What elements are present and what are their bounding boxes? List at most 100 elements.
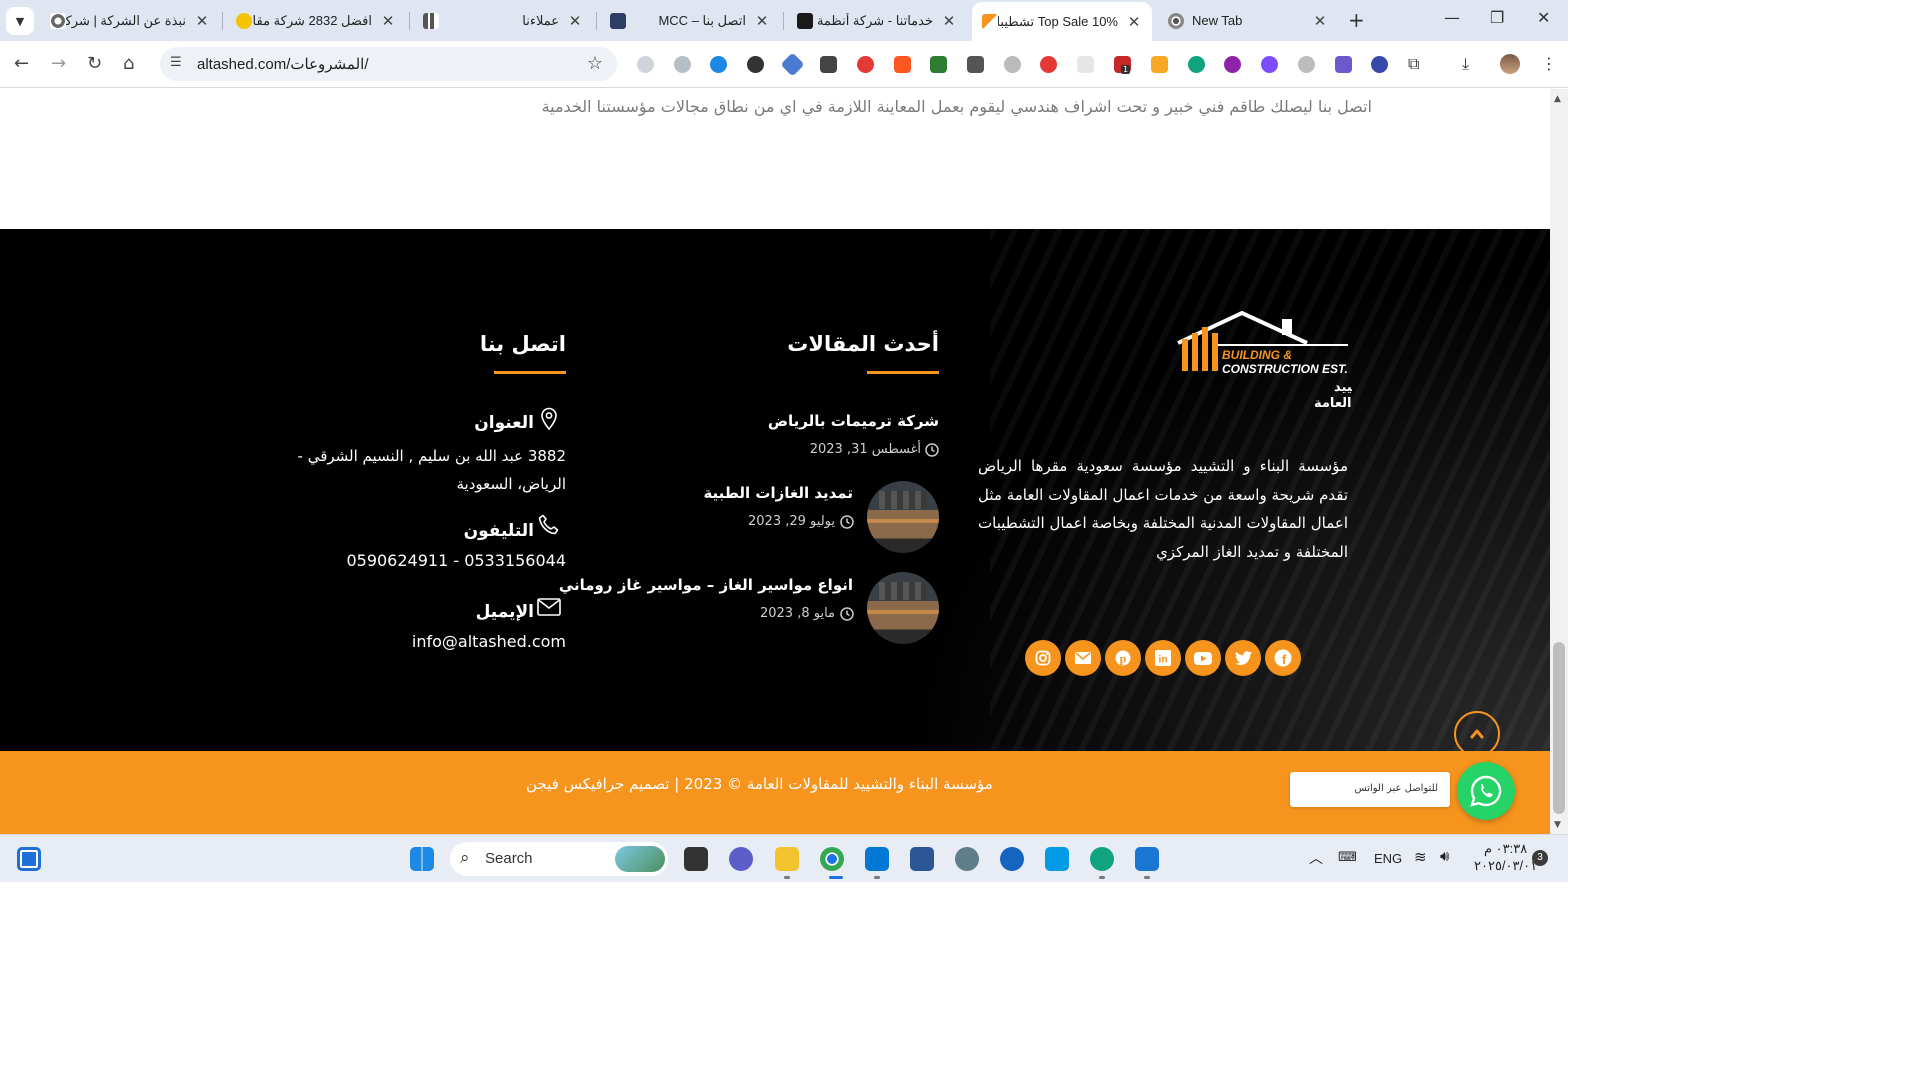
widgets-icon[interactable]	[17, 847, 41, 871]
extension-icon[interactable]	[780, 52, 805, 77]
keyboard-icon[interactable]: ⌨	[1338, 849, 1357, 865]
whatsapp-button[interactable]	[1457, 762, 1515, 820]
tab-top-sale-active[interactable]: Top Sale 10% تشطيبات ✕	[972, 2, 1152, 41]
linkedin-icon[interactable]: in	[1145, 640, 1181, 676]
extensions-puzzle-icon[interactable]: ⧉	[1408, 54, 1419, 74]
extension-icon[interactable]	[1151, 56, 1168, 73]
site-info-icon[interactable]: ☰	[170, 55, 182, 70]
tab-services[interactable]: خدماتنا - شركة أنظمة ✕	[787, 4, 967, 37]
extension-icon[interactable]	[1188, 56, 1205, 73]
extension-icon[interactable]	[1335, 56, 1352, 73]
media-player-icon[interactable]	[1000, 847, 1024, 871]
adblock-icon[interactable]	[1040, 56, 1057, 73]
site-favicon-icon	[797, 12, 813, 29]
envelope-icon	[537, 598, 561, 616]
extension-icon[interactable]	[857, 56, 874, 73]
chatgpt-icon[interactable]	[1090, 847, 1114, 871]
minimize-button[interactable]: —	[1444, 8, 1460, 27]
close-tab-icon[interactable]: ✕	[194, 12, 210, 30]
company-logo[interactable]: BUILDING & CONSTRUCTION EST. مؤسسة البنا…	[1172, 310, 1479, 416]
scroll-to-top-button[interactable]	[1454, 711, 1500, 751]
photos-icon[interactable]	[1045, 847, 1069, 871]
clock-time[interactable]: ٠٣:٣٨ م	[1484, 841, 1527, 857]
address-label: العنوان	[474, 413, 534, 433]
scroll-down-arrow-icon[interactable]: ▼	[1554, 820, 1561, 830]
extension-icon[interactable]	[747, 56, 764, 73]
extension-icon[interactable]	[1371, 56, 1388, 73]
close-tab-icon[interactable]: ✕	[567, 12, 583, 30]
downloads-icon[interactable]: ⤓	[1462, 54, 1469, 74]
forward-button[interactable]: →	[51, 53, 66, 74]
address-bar[interactable]: ☰ altashed.com/المشروعات/ ☆	[160, 47, 617, 81]
home-button[interactable]: ⌂	[123, 53, 134, 74]
tab-best-companies[interactable]: افضل 2832 شركة مقاو ✕	[226, 4, 406, 37]
extension-icon[interactable]	[1004, 56, 1021, 73]
close-tab-icon[interactable]: ✕	[1126, 13, 1142, 31]
facebook-icon[interactable]: f	[1265, 640, 1301, 676]
notepad-icon[interactable]	[1135, 847, 1159, 871]
tab-new-tab[interactable]: New Tab ✕	[1158, 4, 1338, 37]
youtube-icon[interactable]	[1185, 640, 1221, 676]
phone-value[interactable]: 0590624911 - 0533156044	[346, 551, 566, 570]
download-extension-icon[interactable]	[930, 56, 947, 73]
extension-icon[interactable]	[1261, 56, 1278, 73]
article-title-3[interactable]: انواع مواسير الغاز – مواسير غاز روماني	[559, 576, 853, 594]
back-button[interactable]: ←	[14, 53, 29, 74]
file-explorer-icon[interactable]	[775, 847, 799, 871]
instagram-icon[interactable]	[1025, 640, 1061, 676]
close-window-button[interactable]: ✕	[1537, 8, 1550, 27]
profile-avatar[interactable]	[1500, 54, 1520, 74]
tray-overflow-chevron-icon[interactable]: ︿	[1309, 848, 1323, 868]
tab-about-company[interactable]: نبذة عن الشركة | شركة ✕	[40, 4, 220, 37]
new-tab-button[interactable]: +	[1348, 8, 1365, 32]
restore-button[interactable]: ❐	[1490, 8, 1504, 27]
whatsapp-label-box[interactable]: للتواصل عبر الواتس	[1290, 772, 1450, 807]
article-title-1[interactable]: شركة ترميمات بالرياض	[768, 412, 939, 430]
bookmark-star-icon[interactable]: ☆	[587, 53, 603, 74]
extension-icon[interactable]	[1077, 56, 1094, 73]
language-indicator[interactable]: ENG	[1374, 851, 1402, 866]
volume-icon[interactable]: 🔊︎	[1440, 848, 1449, 865]
windows-start-icon[interactable]	[410, 847, 434, 871]
extension-icon[interactable]	[967, 56, 984, 73]
page-scrollbar[interactable]: ▲ ▼	[1550, 89, 1568, 834]
extension-icon[interactable]: 1	[1114, 56, 1131, 74]
svg-text:مؤسسة البناء والتشييد: مؤسسة البناء والتشييد	[1334, 380, 1352, 395]
vscode-icon[interactable]	[865, 847, 889, 871]
notification-badge[interactable]: 3	[1532, 850, 1548, 866]
chrome-taskbar-icon[interactable]	[820, 847, 844, 871]
close-tab-icon[interactable]: ✕	[754, 12, 770, 30]
article-thumbnail-2[interactable]	[867, 481, 939, 553]
close-tab-icon[interactable]: ✕	[1312, 12, 1328, 30]
clock-date[interactable]: ٢٠٢٥/٠٣/٠١	[1474, 858, 1537, 874]
menu-kebab-icon[interactable]: ⋮	[1541, 54, 1557, 73]
email-icon[interactable]	[1065, 640, 1101, 676]
powershell-icon[interactable]	[910, 847, 934, 871]
email-value[interactable]: info@altashed.com	[412, 632, 566, 651]
extension-icon[interactable]	[894, 56, 911, 73]
settings-gear-icon[interactable]	[955, 847, 979, 871]
chat-icon[interactable]	[729, 847, 753, 871]
wifi-icon[interactable]: ≋	[1414, 848, 1427, 866]
extension-icon[interactable]	[1298, 56, 1315, 73]
tab-search-button[interactable]: ▼	[6, 7, 34, 35]
extension-icon[interactable]	[710, 56, 727, 73]
extension-icon[interactable]	[637, 56, 654, 73]
close-tab-icon[interactable]: ✕	[941, 12, 957, 30]
extension-icon[interactable]	[1224, 56, 1241, 73]
tab-clients[interactable]: عملاءنا ✕	[413, 4, 593, 37]
task-view-icon[interactable]	[684, 847, 708, 871]
scroll-up-arrow-icon[interactable]: ▲	[1554, 94, 1561, 104]
article-thumbnail-3[interactable]	[867, 572, 939, 644]
extension-icon[interactable]	[674, 56, 691, 73]
pinterest-icon[interactable]: p	[1105, 640, 1141, 676]
scrollbar-thumb[interactable]	[1553, 642, 1565, 814]
email-label: الإيميل	[475, 602, 534, 622]
taskbar-search-box[interactable]: ⌕ Search	[450, 842, 668, 876]
tab-contact-mcc[interactable]: اتصل بنا – MCC ✕	[600, 4, 780, 37]
article-title-2[interactable]: تمديد الغازات الطبية	[703, 484, 853, 502]
reload-button[interactable]: ↻	[87, 53, 102, 74]
close-tab-icon[interactable]: ✕	[380, 12, 396, 30]
twitter-icon[interactable]	[1225, 640, 1261, 676]
qr-icon[interactable]	[820, 56, 837, 73]
